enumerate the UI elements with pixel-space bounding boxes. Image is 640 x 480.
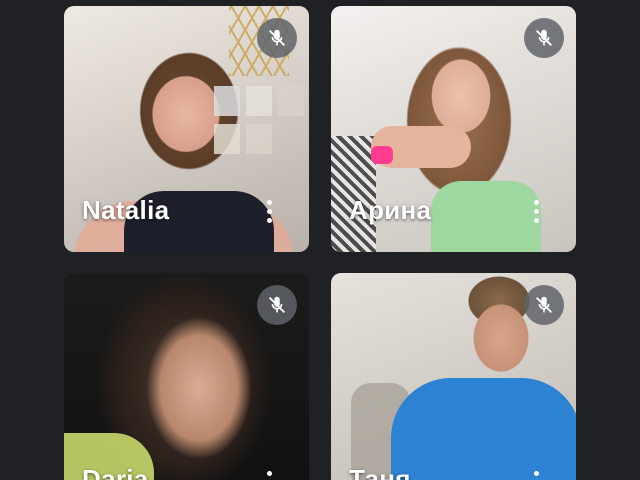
participant-name: Арина [349,195,432,225]
more-vert-icon[interactable] [524,194,548,228]
participant-name: Daria [82,464,149,480]
more-vert-icon[interactable] [257,465,281,480]
more-vert-icon[interactable] [524,465,548,480]
participant-tile-daria[interactable]: Daria [64,273,309,480]
mic-off-icon [257,18,297,58]
participant-tile-tanya[interactable]: Таня [331,273,576,480]
participant-name: Таня [349,464,411,480]
mic-off-icon [257,285,297,325]
mic-off-icon [524,285,564,325]
video-grid: Natalia Арина Daria Таня [0,0,640,480]
mic-off-icon [524,18,564,58]
more-vert-icon[interactable] [257,194,281,228]
participant-tile-natalia[interactable]: Natalia [64,6,309,252]
participant-tile-arina[interactable]: Арина [331,6,576,252]
participant-name: Natalia [82,195,170,225]
